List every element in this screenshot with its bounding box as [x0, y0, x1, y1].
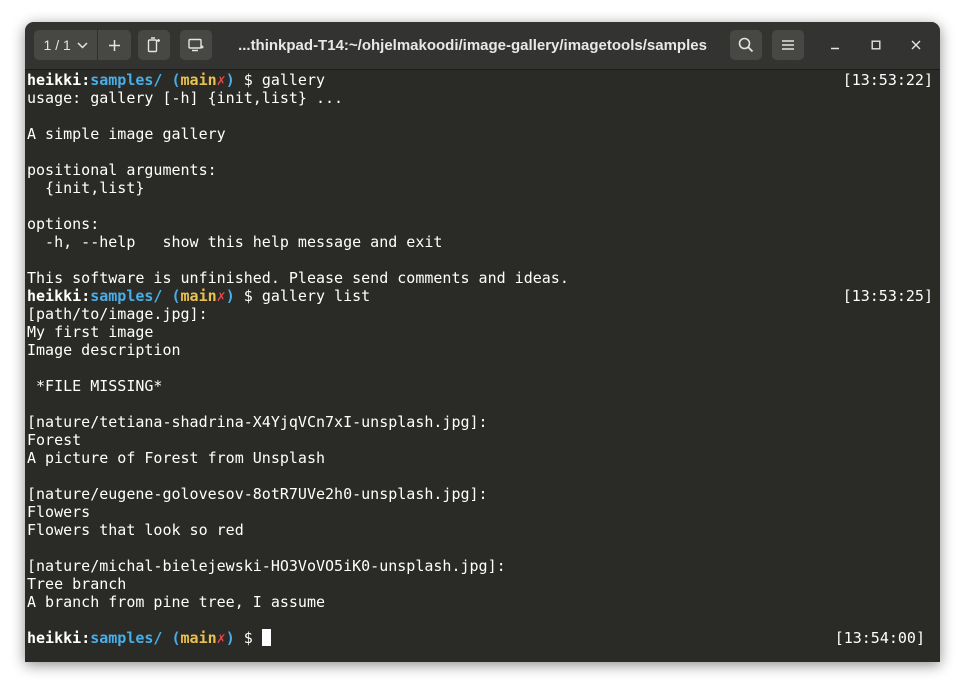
- prompt-user: heikki: [27, 71, 82, 89]
- output-line: Flowers that look so red: [27, 521, 244, 539]
- prompt-symbol: $: [234, 629, 262, 647]
- prompt-symbol: $: [234, 71, 262, 89]
- search-button[interactable]: [730, 30, 762, 60]
- output-line: usage: gallery [-h] {init,list} ...: [27, 89, 344, 107]
- prompt-line-active[interactable]: heikki:samples/ (main✗) $ [13:54:00]: [27, 629, 938, 647]
- main-menu-button[interactable]: [772, 30, 804, 60]
- output-line: [nature/tetiana-shadrina-X4YjqVCn7xI-uns…: [27, 413, 488, 431]
- chevron-down-icon: [77, 41, 88, 49]
- prompt-line: heikki:samples/ (main✗) $ gallery list [1…: [27, 287, 938, 305]
- timestamp: [13:53:25]: [842, 287, 933, 305]
- terminal-window: 1 / 1 ...thinkpad-T14:~/ohjelmakoodi/ima…: [25, 22, 940, 662]
- close-icon: [911, 40, 921, 50]
- prompt-paren-close: ): [225, 287, 235, 305]
- tab-counter-button[interactable]: 1 / 1: [34, 30, 99, 60]
- prompt-directory: samples/: [90, 71, 163, 89]
- header-bar: 1 / 1 ...thinkpad-T14:~/ohjelmakoodi/ima…: [25, 22, 940, 70]
- window-title: ...thinkpad-T14:~/ohjelmakoodi/image-gal…: [238, 37, 707, 54]
- output-line: A simple image gallery: [27, 125, 226, 143]
- command-text: gallery list: [261, 287, 371, 305]
- add-tab-button[interactable]: [98, 30, 131, 60]
- output-line: Tree branch: [27, 575, 127, 593]
- new-window-button[interactable]: [180, 30, 212, 60]
- prompt-git-dirty: ✗: [216, 71, 226, 89]
- search-icon: [738, 37, 754, 53]
- output-line: [nature/michal-bielejewski-HO3VoVO5iK0-u…: [27, 557, 506, 575]
- prompt-paren-open: (: [171, 629, 181, 647]
- output-line: A picture of Forest from Unsplash: [27, 449, 326, 467]
- prompt-git-branch: main: [180, 629, 217, 647]
- terminal-output[interactable]: heikki:samples/ (main✗) $ gallery [13:53:…: [27, 71, 938, 662]
- output-line: Flowers: [27, 503, 91, 521]
- timestamp: [13:54:00]: [834, 629, 925, 647]
- output-line: positional arguments:: [27, 161, 217, 179]
- output-line: options:: [27, 215, 100, 233]
- new-window-icon: [188, 38, 204, 52]
- close-button[interactable]: [901, 30, 931, 60]
- output-line: [nature/eugene-golovesov-8otR7UVe2h0-uns…: [27, 485, 488, 503]
- output-line: Image description: [27, 341, 181, 359]
- output-line: Forest: [27, 431, 82, 449]
- prompt-git-dirty: ✗: [216, 629, 226, 647]
- prompt-paren-close: ): [225, 629, 235, 647]
- prompt-paren-open: (: [171, 287, 181, 305]
- new-tab-icon: [147, 37, 161, 53]
- prompt-user: heikki: [27, 629, 82, 647]
- prompt-directory: samples/: [90, 287, 163, 305]
- maximize-button[interactable]: [861, 30, 891, 60]
- prompt-symbol: $: [234, 287, 262, 305]
- tab-counter-label: 1 / 1: [43, 37, 71, 53]
- prompt-colon: :: [81, 629, 91, 647]
- minimize-icon: [830, 40, 840, 50]
- timestamp: [13:53:22]: [842, 71, 933, 89]
- prompt-user: heikki: [27, 287, 82, 305]
- prompt-git-branch: main: [180, 287, 217, 305]
- maximize-icon: [871, 40, 881, 50]
- output-line: {init,list}: [27, 179, 145, 197]
- prompt-git-dirty: ✗: [216, 287, 226, 305]
- hamburger-menu-icon: [781, 39, 795, 51]
- minimize-button[interactable]: [820, 30, 850, 60]
- new-tab-button[interactable]: [138, 30, 170, 60]
- prompt-colon: :: [81, 71, 91, 89]
- prompt-paren-close: ): [225, 71, 235, 89]
- output-line: This software is unfinished. Please send…: [27, 269, 569, 287]
- output-line: My first image: [27, 323, 154, 341]
- text-cursor: [261, 629, 271, 646]
- prompt-colon: :: [81, 287, 91, 305]
- prompt-git-branch: main: [180, 71, 217, 89]
- output-line: [path/to/image.jpg]:: [27, 305, 208, 323]
- prompt-paren-open: (: [171, 71, 181, 89]
- prompt-line: heikki:samples/ (main✗) $ gallery [13:53:…: [27, 71, 938, 89]
- output-line: -h, --help show this help message and ex…: [27, 233, 443, 251]
- output-line: *FILE MISSING*: [27, 377, 163, 395]
- plus-icon: [108, 39, 121, 52]
- tab-switcher[interactable]: 1 / 1: [34, 30, 131, 60]
- command-text: gallery: [261, 71, 326, 89]
- output-line: A branch from pine tree, I assume: [27, 593, 326, 611]
- prompt-directory: samples/: [90, 629, 163, 647]
